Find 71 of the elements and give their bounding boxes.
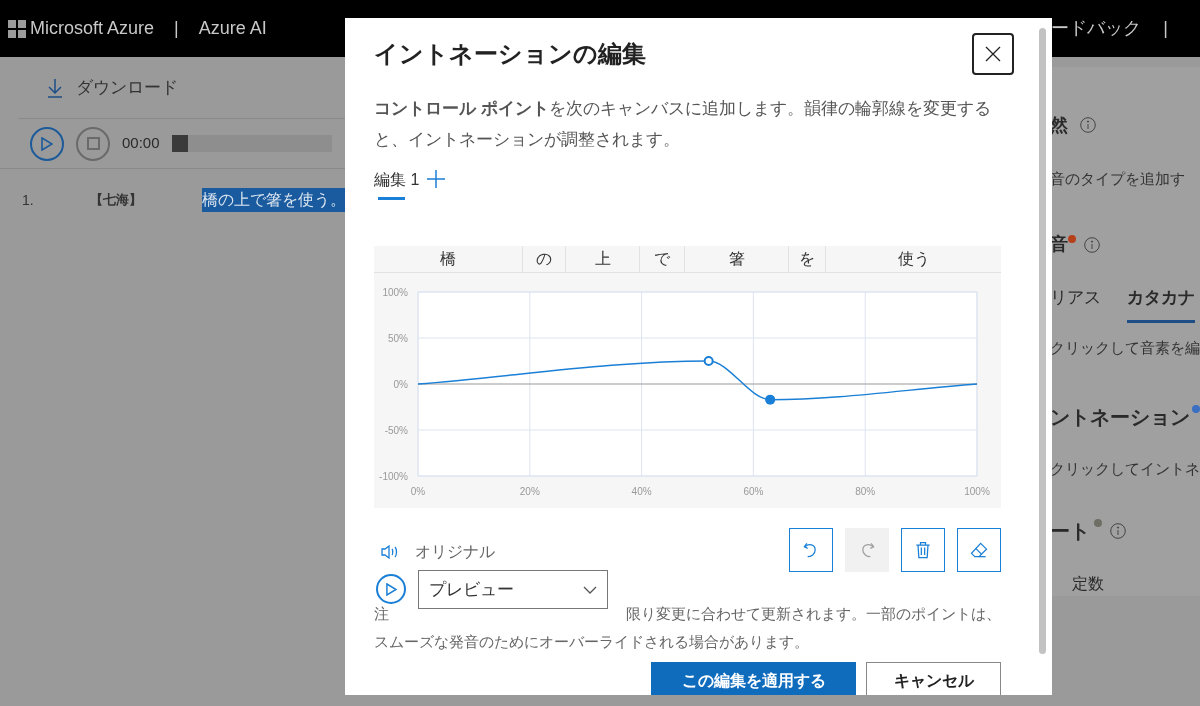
preview-play-button[interactable] (376, 574, 406, 604)
syllable-cell: 上 (565, 246, 639, 272)
hint-text: クリックしてイントネ (1050, 458, 1200, 479)
apply-button[interactable]: この編集を適用する (651, 662, 856, 695)
note-text: 限り変更に合わせて更新されます。一部のポイントは、 (626, 604, 1001, 624)
play-button[interactable] (30, 126, 64, 161)
play-icon (41, 136, 53, 151)
note-text: 注 (374, 604, 389, 624)
brand-name: Microsoft Azure (30, 17, 155, 40)
edit-tab[interactable]: 編集 1 (374, 169, 420, 191)
axis-tick-label: 80% (855, 486, 876, 497)
hint-text: 音のタイプを追加す (1050, 169, 1186, 189)
control-point[interactable] (765, 394, 776, 405)
section-heading: ート (1050, 519, 1090, 544)
control-point[interactable] (703, 356, 714, 366)
chevron-down-icon (583, 585, 597, 594)
close-icon (985, 46, 1001, 62)
syllable-cell: を (788, 246, 825, 272)
syllable-cell-text: 橋 (439, 249, 457, 269)
axis-tick-label: 40% (631, 486, 652, 497)
delete-button[interactable] (901, 528, 945, 572)
grid-logo-icon (8, 19, 26, 38)
syllable-cell: 使う (825, 246, 1001, 272)
info-icon (1110, 523, 1126, 539)
axis-tick-label: 60% (743, 486, 764, 497)
header-separator: | (1163, 17, 1168, 40)
syllable-cell: 箸 (684, 246, 788, 272)
cancel-button[interactable]: キャンセル (866, 662, 1001, 695)
original-label: オリジナル (415, 542, 495, 562)
feedback-link[interactable]: ードバック (1051, 15, 1142, 42)
download-button[interactable]: ダウンロード (76, 74, 178, 101)
product-name: Azure AI (198, 17, 267, 40)
download-icon (46, 77, 64, 98)
speaker-name: 【七海】 (90, 191, 143, 210)
tab[interactable]: カタカナ (1127, 284, 1195, 323)
play-icon (385, 582, 397, 596)
dialog-title: イントネーションの編集 (374, 39, 646, 69)
scrollbar-thumb[interactable] (1039, 28, 1046, 654)
header-separator: | (174, 17, 179, 40)
playback-time: 00:00 (122, 133, 160, 154)
close-button[interactable] (972, 33, 1014, 75)
section-heading: ントネーション (1050, 404, 1190, 430)
preview-dropdown[interactable]: プレビュー (418, 570, 608, 609)
section-heading: 音 (1050, 233, 1068, 256)
progress-thumb[interactable] (171, 135, 188, 152)
info-icon (1084, 236, 1100, 253)
info-icon (1080, 117, 1096, 133)
axis-tick-label: 100% (382, 287, 408, 298)
undo-button[interactable] (789, 528, 833, 572)
row-number: 1. (22, 190, 35, 210)
trash-icon (913, 540, 933, 560)
erase-button[interactable] (957, 528, 1001, 572)
axis-tick-label: 50% (388, 333, 408, 344)
axis-tick-label: 0% (393, 379, 408, 390)
progress-track[interactable] (171, 135, 332, 152)
axis-tick-label: 20% (519, 486, 540, 497)
axis-tick-label: -50% (384, 425, 408, 436)
value-text: 定数 (1072, 574, 1105, 594)
hint-text: クリックして音素を編 (1050, 338, 1200, 358)
syllable-cell: の (522, 246, 565, 272)
syllable-cell: で (639, 246, 684, 272)
tab[interactable]: リアス (1050, 284, 1101, 323)
add-icon[interactable] (427, 170, 446, 188)
axis-tick-label: 0% (410, 486, 426, 497)
axis-tick-label: 100% (964, 486, 990, 497)
axis-tick-label: -100% (379, 471, 408, 482)
sentence-text[interactable]: 橋の上で箸を使う。 (202, 188, 346, 212)
eraser-icon (969, 540, 989, 560)
dialog-description: コントロール ポイントを次のキャンバスに追加します。韻律の輪郭線を変更すると、イントネーションが調整されます。 (374, 98, 992, 151)
note-text: スムーズな発音のためにオーバーライドされる場合があります。 (374, 632, 810, 652)
stop-icon (86, 137, 100, 150)
